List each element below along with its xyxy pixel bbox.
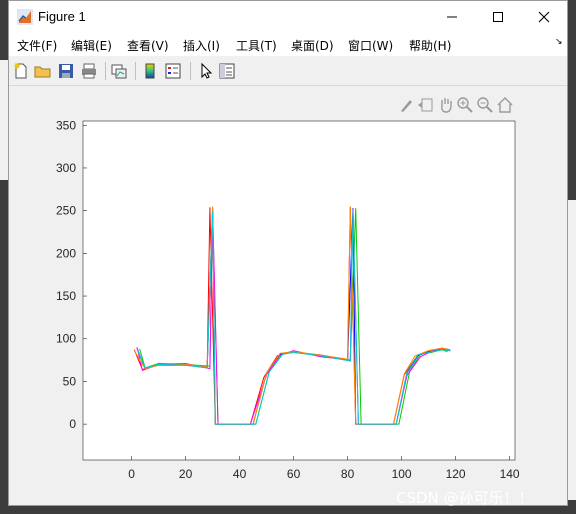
edit-plot-icon[interactable] — [196, 62, 214, 80]
x-tick-label: 100 — [392, 467, 412, 481]
y-tick-label: 150 — [56, 289, 76, 303]
new-figure-icon[interactable] — [12, 62, 30, 80]
x-tick-label: 0 — [128, 467, 135, 481]
toolbar-separator — [190, 62, 191, 80]
x-tick-label: 140 — [500, 467, 520, 481]
x-tick-label: 120 — [446, 467, 466, 481]
matlab-icon — [17, 9, 33, 25]
y-tick-label: 50 — [63, 374, 77, 388]
toolbar-separator — [135, 62, 136, 80]
y-tick-label: 100 — [56, 332, 76, 346]
property-inspector-icon[interactable] — [218, 62, 236, 80]
watermark: CSDN @孙可乐！！ — [396, 489, 534, 507]
maximize-button[interactable] — [475, 1, 521, 32]
menu-tools[interactable]: 工具(T) — [236, 37, 277, 54]
y-tick-label: 350 — [56, 118, 76, 132]
maximize-icon — [493, 11, 503, 22]
line-chart[interactable]: 0 20 40 60 80 100 120 140 0 50 100 150 200 250 300 350 — [9, 87, 567, 507]
print-icon[interactable] — [80, 62, 98, 80]
axes-background — [82, 120, 516, 461]
y-tick-label: 0 — [69, 417, 76, 431]
menu-edit[interactable]: 编辑(E) — [71, 37, 112, 54]
close-button[interactable] — [521, 1, 567, 32]
x-tick-label: 40 — [233, 467, 247, 481]
menu-help[interactable]: 帮助(H) — [409, 37, 451, 54]
legend-icon[interactable] — [164, 62, 182, 80]
y-tick-label: 300 — [56, 161, 76, 175]
figure-toolbar — [9, 58, 567, 86]
y-tick-label: 250 — [56, 204, 76, 218]
menu-file[interactable]: 文件(F) — [17, 37, 57, 54]
toolbar-separator — [105, 62, 106, 80]
menu-insert[interactable]: 插入(I) — [183, 37, 220, 54]
menu-window[interactable]: 窗口(W) — [348, 37, 393, 54]
background-editor-right — [568, 200, 576, 500]
menu-desktop[interactable]: 桌面(D) — [291, 37, 334, 54]
link-plot-icon[interactable] — [110, 62, 128, 80]
menu-bar: 文件(F) 编辑(E) 查看(V) 插入(I) 工具(T) 桌面(D) 窗口(W… — [9, 32, 567, 56]
close-icon — [538, 11, 550, 22]
menu-overflow-icon[interactable]: ↘ — [555, 37, 563, 47]
window-title: Figure 1 — [38, 9, 86, 24]
x-tick-label: 60 — [287, 467, 301, 481]
x-tick-label: 80 — [341, 467, 355, 481]
menu-view[interactable]: 查看(V) — [127, 37, 169, 54]
figure-window: Figure 1 文件(F) 编辑(E) 查看(V) 插入(I) 工具(T) 桌… — [8, 0, 568, 507]
minimize-button[interactable] — [429, 1, 475, 32]
title-bar[interactable]: Figure 1 — [9, 1, 567, 32]
colorbar-icon[interactable] — [141, 62, 159, 80]
save-icon[interactable] — [57, 62, 75, 80]
open-icon[interactable] — [34, 62, 52, 80]
background-editor-left — [0, 60, 8, 180]
y-tick-label: 200 — [56, 246, 76, 260]
x-tick-label: 20 — [179, 467, 193, 481]
minimize-icon — [447, 16, 457, 17]
